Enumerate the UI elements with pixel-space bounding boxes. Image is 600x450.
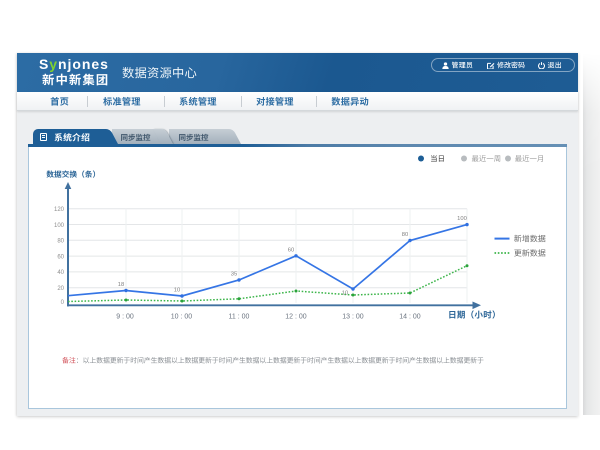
svg-text:60: 60 — [288, 247, 294, 253]
svg-text:80: 80 — [402, 232, 408, 238]
svg-text:10: 10 — [174, 288, 180, 294]
svg-text:11 : 00: 11 : 00 — [229, 314, 250, 321]
svg-text:14 : 00: 14 : 00 — [399, 314, 421, 321]
svg-text:35: 35 — [231, 272, 237, 278]
svg-text:60: 60 — [57, 254, 64, 260]
svg-text:100: 100 — [54, 223, 65, 229]
svg-text:120: 120 — [54, 207, 65, 213]
svg-text:20: 20 — [57, 286, 64, 292]
svg-text:13 : 00: 13 : 00 — [342, 314, 364, 321]
svg-text:12 : 00: 12 : 00 — [285, 314, 307, 321]
svg-text:0: 0 — [61, 300, 65, 306]
svg-text:10 : 00: 10 : 00 — [171, 314, 193, 321]
svg-text:100: 100 — [457, 216, 467, 222]
svg-text:80: 80 — [57, 239, 64, 245]
svg-text:10: 10 — [342, 291, 348, 297]
svg-text:40: 40 — [57, 270, 64, 276]
svg-text:9 : 00: 9 : 00 — [116, 314, 134, 321]
svg-text:18: 18 — [118, 282, 124, 288]
